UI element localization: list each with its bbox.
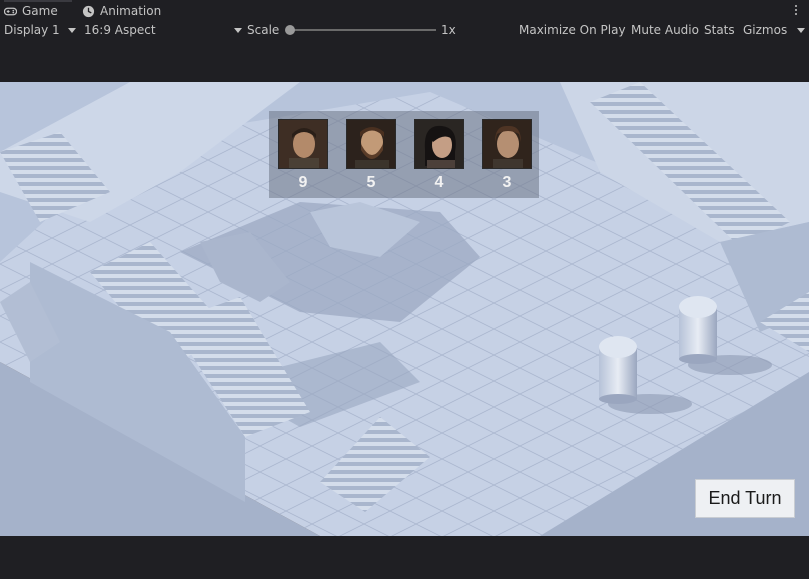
maximize-on-play-toggle[interactable]: Maximize On Play <box>519 22 626 38</box>
gamepad-icon <box>4 7 17 15</box>
chevron-down-icon <box>233 27 242 33</box>
initiative-value: 4 <box>434 174 444 191</box>
display-dropdown[interactable]: Display 1 <box>4 22 76 38</box>
letterbox-bottom <box>0 536 809 579</box>
scale-slider-handle[interactable] <box>285 25 295 35</box>
dark-haired-woman-portrait[interactable] <box>414 119 464 169</box>
gizmos-dropdown[interactable]: Gizmos <box>743 22 806 38</box>
tab-game-label: Game <box>22 4 58 18</box>
tab-animation-label: Animation <box>100 4 162 18</box>
scale-slider-track[interactable] <box>290 29 436 31</box>
bearded-man-portrait[interactable] <box>346 119 396 169</box>
turn-order-entry[interactable]: 5 <box>346 119 396 198</box>
display-dropdown-label: Display 1 <box>4 23 60 37</box>
initiative-value: 9 <box>298 174 308 191</box>
stats-toggle[interactable]: Stats <box>704 22 735 38</box>
turn-order-entry[interactable]: 3 <box>482 119 532 198</box>
chevron-down-icon <box>67 27 76 33</box>
turn-order-entry[interactable]: 9 <box>278 119 328 198</box>
scale-value: 1x <box>441 23 456 37</box>
gizmos-label: Gizmos <box>743 23 788 37</box>
young-man-portrait[interactable] <box>482 119 532 169</box>
initiative-value: 3 <box>502 174 512 191</box>
tab-animation[interactable]: Animation <box>82 2 161 20</box>
aspect-dropdown[interactable]: 16:9 Aspect <box>84 22 242 38</box>
more-options-icon[interactable] <box>791 2 801 18</box>
editor-tab-bar: Game Animation <box>0 0 809 20</box>
initiative-value: 5 <box>366 174 376 191</box>
letterbox-top <box>0 40 809 82</box>
turn-order-panel: 9 5 4 3 <box>269 111 539 198</box>
end-turn-button[interactable]: End Turn <box>695 479 795 518</box>
mute-audio-toggle[interactable]: Mute Audio <box>631 22 699 38</box>
tab-game[interactable]: Game <box>4 0 72 20</box>
man-short-hair-portrait[interactable] <box>278 119 328 169</box>
turn-order-entry[interactable]: 4 <box>414 119 464 198</box>
aspect-dropdown-label: 16:9 Aspect <box>84 23 156 37</box>
scale-label: Scale <box>247 23 280 37</box>
chevron-down-icon <box>797 27 806 33</box>
clock-icon <box>82 5 95 17</box>
